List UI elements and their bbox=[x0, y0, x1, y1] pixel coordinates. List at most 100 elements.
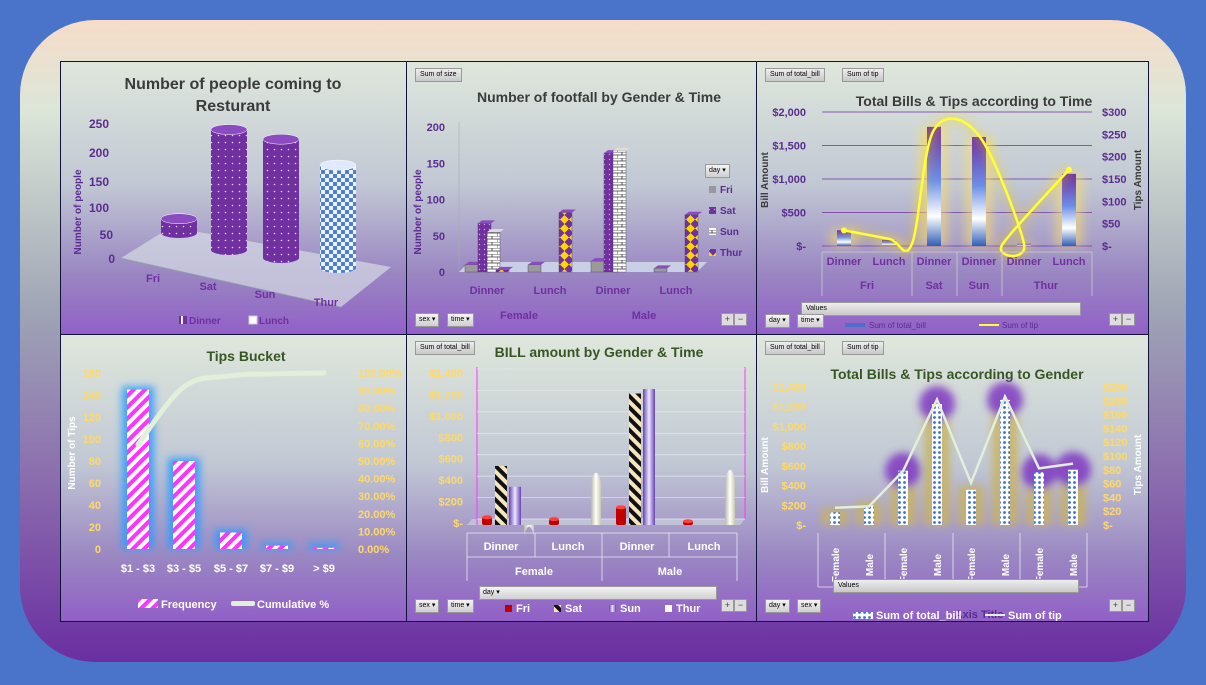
y-tick: 100 bbox=[83, 434, 101, 446]
legend-label-bill: Sum of total_bill bbox=[876, 610, 962, 621]
y2-tick: $140 bbox=[1103, 423, 1127, 435]
chart-footfall[interactable]: Number of footfall by Gender & Time Numb… bbox=[407, 62, 756, 334]
cylinder-base bbox=[211, 245, 247, 255]
values-area[interactable]: Values bbox=[801, 302, 1081, 316]
cylinder-top bbox=[319, 159, 357, 171]
chart5-time-label: Lunch bbox=[552, 541, 585, 553]
legend-label: Sun bbox=[620, 603, 641, 615]
y-tick: $400 bbox=[439, 475, 463, 487]
y2-tick: $180 bbox=[1103, 396, 1127, 408]
chart-footfall-svg: Number of footfall by Gender & Time Numb… bbox=[413, 89, 742, 322]
values-area[interactable]: Values bbox=[833, 579, 1079, 593]
cylinder-top bbox=[160, 213, 198, 224]
field-button-total-bill[interactable]: Sum of total_bill bbox=[765, 341, 825, 355]
chart-tips-bucket[interactable]: Tips Bucket Number of Tips 160 140 120 100 8… bbox=[61, 335, 406, 621]
chart3-legend: Sum of total_bill Sum of tip bbox=[845, 321, 1039, 330]
legend-label-tip: Sum of tip bbox=[1008, 610, 1062, 621]
y-tick: $1,200 bbox=[772, 402, 806, 414]
y-tick: $200 bbox=[439, 497, 463, 509]
collapse-button[interactable]: − bbox=[734, 599, 747, 612]
collapse-button[interactable]: − bbox=[1122, 313, 1135, 326]
chart5-gender-label: Female bbox=[515, 566, 553, 578]
chart2-bars bbox=[464, 147, 702, 273]
collapse-button[interactable]: − bbox=[1122, 599, 1135, 612]
expand-button[interactable]: + bbox=[1109, 599, 1122, 612]
cumulative-line bbox=[135, 370, 327, 447]
y-tick: $600 bbox=[782, 461, 806, 473]
y-tick: 160 bbox=[83, 368, 101, 380]
filter-time-dropdown[interactable]: time bbox=[797, 314, 824, 328]
field-button-total-bill[interactable]: Sum of total_bill bbox=[415, 341, 475, 355]
filter-time-dropdown[interactable]: time bbox=[447, 599, 474, 613]
y-tick: $800 bbox=[782, 441, 806, 453]
legend-field-day-dropdown[interactable]: day bbox=[479, 586, 717, 600]
legend-label-tip: Sum of tip bbox=[1002, 321, 1039, 330]
expand-button[interactable]: + bbox=[1109, 313, 1122, 326]
y-tick: 40 bbox=[89, 500, 101, 512]
thur-bar bbox=[725, 469, 735, 525]
expand-button[interactable]: + bbox=[721, 313, 734, 326]
chart2-legend: Fri Sat Sun Thur bbox=[709, 185, 742, 259]
filter-sex-dropdown[interactable]: sex bbox=[415, 599, 440, 613]
bill-bar bbox=[1000, 399, 1010, 525]
chart-tips-bucket-svg: Tips Bucket Number of Tips 160 140 120 100 8… bbox=[67, 348, 402, 611]
legend-swatch bbox=[709, 186, 716, 193]
gender-label: Male bbox=[1069, 553, 1080, 576]
chart3-time-label: Lunch bbox=[873, 256, 906, 268]
y-tick: $600 bbox=[439, 454, 463, 466]
y2-tick: $200 bbox=[1103, 382, 1127, 394]
legend-swatch bbox=[609, 605, 616, 612]
chart2-ytick: 100 bbox=[427, 195, 445, 207]
legend-swatch bbox=[505, 605, 512, 612]
glow-layer bbox=[830, 126, 1083, 246]
chart3-time-label: Lunch bbox=[1053, 256, 1086, 268]
legend-label: Thur bbox=[676, 603, 701, 615]
field-button-tip[interactable]: Sum of tip bbox=[842, 341, 884, 355]
chart2-time-label: Lunch bbox=[660, 285, 693, 297]
chart1-day-label: Fri bbox=[146, 273, 160, 285]
field-button-total-bill[interactable]: Sum of total_bill bbox=[765, 68, 825, 82]
field-button-sum-size[interactable]: Sum of size bbox=[415, 68, 462, 82]
cylinder-base bbox=[161, 228, 197, 238]
y2-tick: $250 bbox=[1102, 129, 1126, 141]
bill-bar bbox=[1034, 472, 1044, 525]
legend-field-day-dropdown[interactable]: day bbox=[705, 164, 730, 178]
filter-day-dropdown[interactable]: day bbox=[765, 599, 790, 613]
filter-day-dropdown[interactable]: day bbox=[765, 314, 790, 328]
chart6-y2label: Tips Amount bbox=[1133, 434, 1144, 495]
y-tick: $- bbox=[453, 518, 463, 530]
bucket-label: $1 - $3 bbox=[121, 563, 155, 575]
chart1-day-label: Sun bbox=[255, 289, 276, 301]
chart-bills-tips-time[interactable]: Total Bills & Tips according to Time Bil… bbox=[757, 62, 1148, 334]
collapse-button[interactable]: − bbox=[734, 313, 747, 326]
bill-bar bbox=[966, 489, 976, 525]
chart3-time-label: Dinner bbox=[1007, 256, 1043, 268]
filter-sex-dropdown[interactable]: sex bbox=[797, 599, 822, 613]
legend-label-lunch: Lunch bbox=[259, 316, 289, 327]
chart-bill-amount[interactable]: BILL amount by Gender & Time $1,400 $1,20… bbox=[407, 335, 756, 621]
chart1-ytick: 150 bbox=[89, 175, 109, 189]
chart-bill-amount-svg: BILL amount by Gender & Time $1,400 $1,20… bbox=[429, 344, 746, 615]
frequency-bar bbox=[127, 389, 149, 549]
chart1-ytick: 250 bbox=[89, 117, 109, 131]
y-tick: $- bbox=[796, 520, 806, 532]
tip-point bbox=[841, 227, 847, 234]
chart3-day-label: Sat bbox=[925, 280, 942, 292]
chart-bills-tips-gender[interactable]: Total Bills & Tips according to Gender B… bbox=[757, 335, 1148, 621]
y-tick: $1,400 bbox=[772, 382, 806, 394]
bar bbox=[464, 264, 479, 273]
chart2-ytick: 50 bbox=[433, 231, 445, 243]
y2-tick: $20 bbox=[1103, 506, 1121, 518]
y2-tick: $80 bbox=[1103, 465, 1121, 477]
chart-people-by-day[interactable]: Number of people coming to Resturant Num… bbox=[61, 62, 406, 334]
tip-line-glow bbox=[843, 114, 1072, 260]
cylinder-base bbox=[320, 263, 356, 273]
filter-sex-dropdown[interactable]: sex bbox=[415, 313, 440, 327]
filter-time-dropdown[interactable]: time bbox=[447, 313, 474, 327]
fri-bar-top bbox=[549, 517, 559, 522]
y2-tick: 70.00% bbox=[358, 421, 396, 433]
expand-button[interactable]: + bbox=[721, 599, 734, 612]
fri-bar-top bbox=[482, 515, 492, 520]
field-button-tip[interactable]: Sum of tip bbox=[842, 68, 884, 82]
chart3-day-label: Sun bbox=[969, 280, 990, 292]
